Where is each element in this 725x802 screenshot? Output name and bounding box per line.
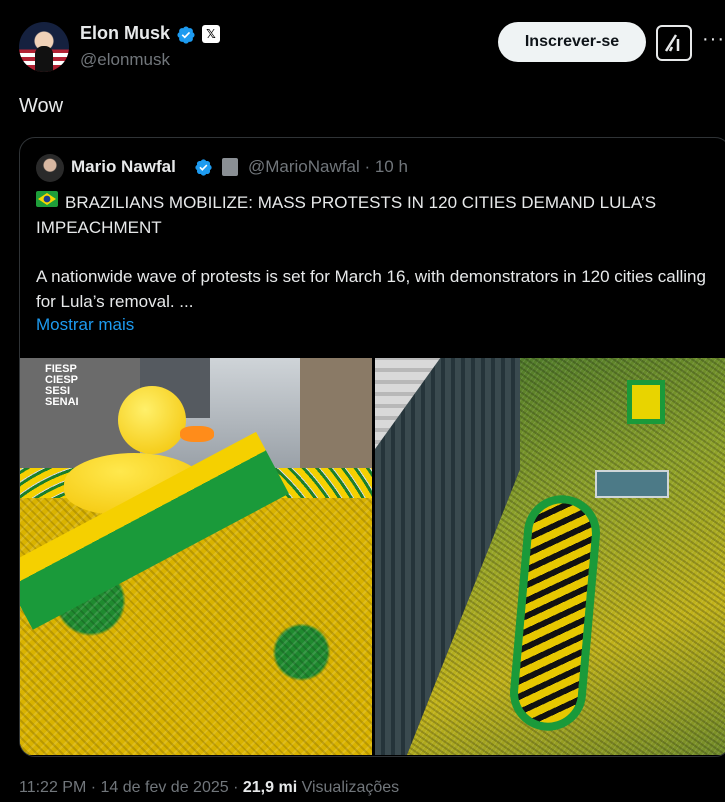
subscribe-button[interactable]: Inscrever-se xyxy=(498,22,646,62)
building xyxy=(300,358,372,468)
quoted-headline: BRAZILIANS MOBILIZE: MASS PROTESTS IN 12… xyxy=(36,193,657,237)
quoted-avatar[interactable] xyxy=(36,154,64,182)
author-name[interactable]: Elon Musk xyxy=(80,23,170,44)
stage-truck xyxy=(595,470,669,498)
show-more-link[interactable]: Mostrar mais xyxy=(36,315,134,335)
tweet-date: 14 de fev de 2025 xyxy=(100,779,229,796)
author-handle[interactable]: @elonmusk xyxy=(80,50,170,70)
protest-image-right[interactable] xyxy=(375,358,725,755)
verified-badge-icon xyxy=(195,159,212,176)
grok-icon[interactable] xyxy=(656,25,692,61)
tweet-text: Wow xyxy=(19,95,64,117)
giant-flag xyxy=(515,500,595,726)
brazil-flag xyxy=(627,380,665,424)
quoted-handle-time: @MarioNawfal · 10 h xyxy=(248,157,408,176)
separator: · xyxy=(90,779,97,796)
views-count: 21,9 mi xyxy=(242,779,298,796)
inflatable-duck-head xyxy=(118,386,186,454)
affiliate-badge-icon xyxy=(222,158,238,176)
x-logo-icon: 𝕏 xyxy=(202,25,220,43)
tweet-time: 11:22 PM xyxy=(19,779,87,796)
verified-badge-icon xyxy=(177,26,195,44)
protest-image-left[interactable]: FIESP CIESP SESI SENAI xyxy=(20,358,372,755)
separator: · xyxy=(233,779,239,796)
views-label: Visualizações xyxy=(301,779,400,796)
more-options-icon[interactable]: ··· xyxy=(702,28,725,51)
quoted-author-name[interactable]: Mario Nawfal xyxy=(71,157,176,177)
avatar[interactable] xyxy=(19,22,69,72)
quoted-tweet[interactable]: Mario Nawfal @MarioNawfal · 10 h BRAZILI… xyxy=(19,137,725,757)
inflatable-duck-beak xyxy=(180,426,214,442)
fiesp-sign: FIESP CIESP SESI SENAI xyxy=(45,363,79,408)
tweet-timestamp[interactable]: 11:22 PM · 14 de fev de 2025 · 21,9 mi V… xyxy=(19,779,399,797)
quoted-body: A nationwide wave of protests is set for… xyxy=(36,267,706,311)
